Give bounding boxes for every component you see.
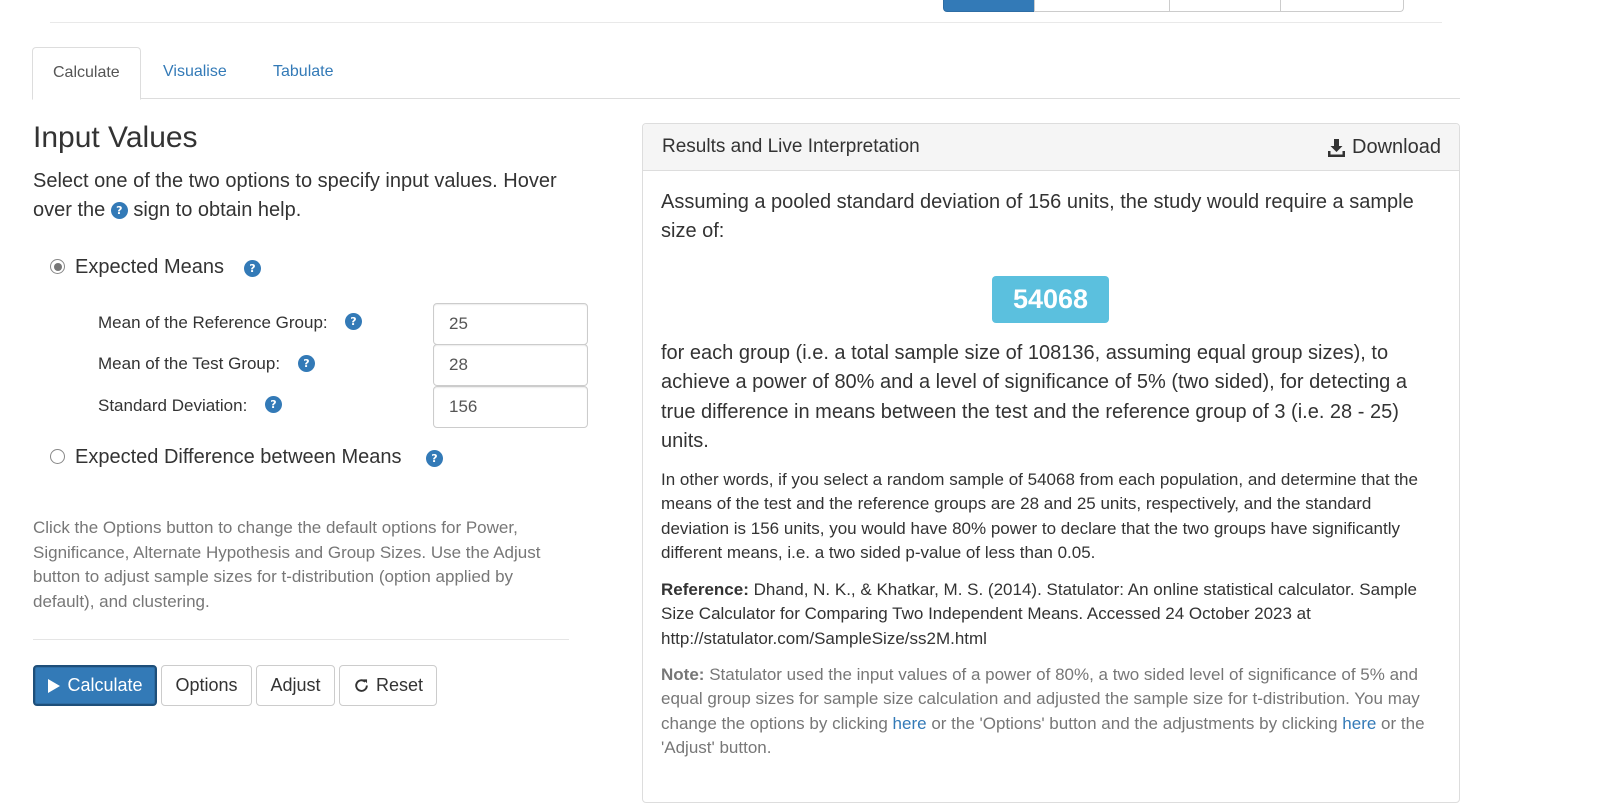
top-nav-button[interactable]	[1034, 0, 1170, 12]
refresh-icon	[355, 679, 368, 692]
options-button[interactable]: Options	[161, 665, 252, 706]
results-panel-header: Results and Live Interpretation Download	[643, 124, 1459, 171]
reference-mean-input[interactable]	[433, 303, 588, 345]
download-button[interactable]: Download	[1327, 124, 1441, 171]
test-mean-help-icon[interactable]: ?	[298, 355, 315, 372]
options-help-text: Click the Options button to change the d…	[33, 518, 541, 611]
expected-means-label[interactable]: Expected Means	[75, 256, 224, 279]
download-icon	[1328, 138, 1346, 157]
expected-difference-help-icon[interactable]: ?	[426, 450, 443, 467]
expected-difference-label[interactable]: Expected Difference between Means	[75, 446, 402, 469]
input-instructions-text-2: sign to obtain help.	[133, 199, 302, 221]
tab-visualise[interactable]: Visualise	[143, 47, 247, 99]
help-icon: ?	[110, 202, 128, 219]
options-here-link[interactable]: here	[893, 714, 927, 733]
sample-size-badge: 54068	[992, 276, 1109, 323]
adjust-button-label: Adjust	[270, 675, 321, 695]
top-nav-button[interactable]	[1280, 0, 1404, 12]
top-nav-button-active[interactable]	[943, 0, 1035, 12]
play-icon	[48, 678, 61, 693]
reset-button-label: Reset	[375, 675, 424, 695]
input-instructions: Select one of the two options to specify…	[33, 167, 593, 225]
reference-text: Dhand, N. K., & Khatkar, M. S. (2014). S…	[661, 580, 1417, 648]
adjust-here-link[interactable]: here	[1342, 714, 1376, 733]
tab-tabulate[interactable]: Tabulate	[253, 47, 354, 99]
expected-means-radio[interactable]	[50, 259, 65, 274]
results-note: Note: Statulator used the input values o…	[661, 663, 1443, 761]
results-other-words: In other words, if you select a random s…	[661, 470, 1418, 563]
top-nav-button-group	[943, 0, 1404, 12]
standard-deviation-input[interactable]	[433, 386, 588, 428]
reference-label: Reference:	[661, 580, 749, 599]
test-mean-label: Mean of the Test Group:	[98, 354, 281, 373]
calculate-button-label: Calculate	[67, 675, 143, 695]
note-text-2: or the 'Options' button and the adjustme…	[931, 713, 1338, 733]
standard-deviation-help-icon[interactable]: ?	[265, 396, 282, 413]
results-panel-title: Results and Live Interpretation	[662, 136, 920, 157]
adjust-button[interactable]: Adjust	[256, 665, 335, 706]
expected-difference-radio[interactable]	[50, 449, 65, 464]
test-mean-input[interactable]	[433, 344, 588, 386]
header-divider	[50, 22, 1442, 23]
results-reference: Reference: Dhand, N. K., & Khatkar, M. S…	[661, 578, 1441, 651]
download-label: Download	[1352, 136, 1441, 158]
results-intro: Assuming a pooled standard deviation of …	[661, 191, 1414, 243]
options-button-label: Options	[175, 675, 238, 695]
reference-mean-label: Mean of the Reference Group:	[98, 313, 328, 332]
reset-button[interactable]: Reset	[339, 665, 437, 706]
top-nav-button[interactable]	[1169, 0, 1281, 12]
note-label: Note:	[661, 665, 705, 684]
results-interpretation: for each group (i.e. a total sample size…	[661, 342, 1407, 452]
input-values-heading: Input Values	[33, 121, 198, 154]
standard-deviation-label: Standard Deviation:	[98, 396, 248, 415]
reference-mean-help-icon[interactable]: ?	[345, 313, 362, 330]
tab-calculate[interactable]: Calculate	[32, 47, 141, 100]
calculate-button[interactable]: Calculate	[33, 665, 157, 706]
expected-means-help-icon[interactable]: ?	[244, 260, 261, 277]
button-divider	[33, 639, 569, 640]
tab-bar: Calculate Visualise Tabulate	[32, 47, 1460, 100]
